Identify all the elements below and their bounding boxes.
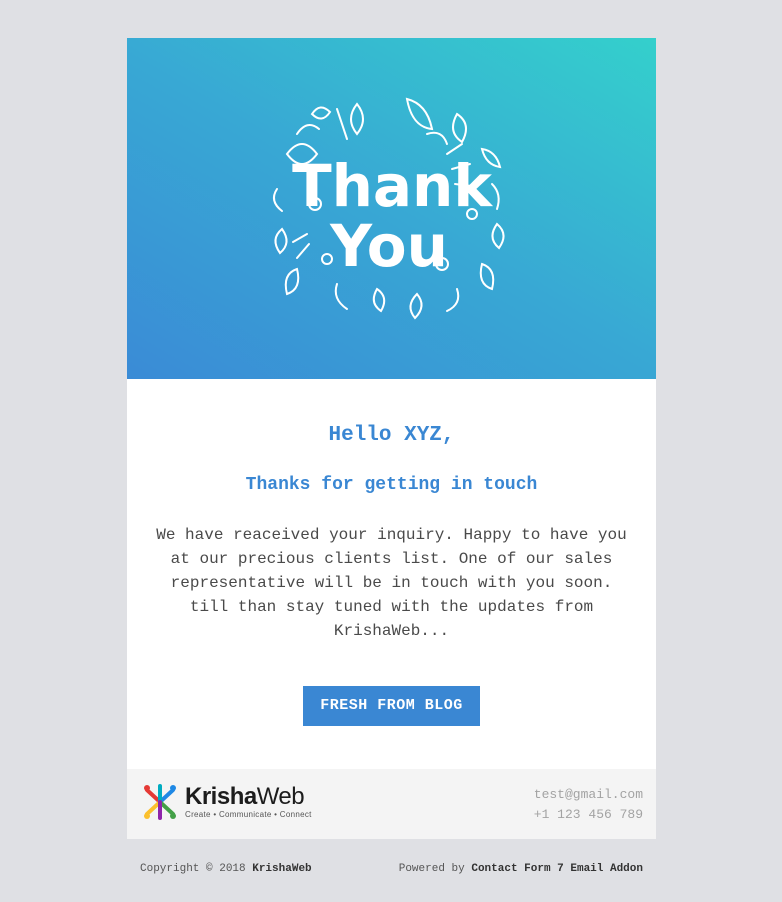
logo-wordmark: KrishaWeb [185,783,305,810]
message-section: Hello XYZ, Thanks for getting in touch W… [127,379,656,769]
thank-you-illustration: Thank You [272,97,504,319]
fresh-from-blog-button[interactable]: FRESH FROM BLOG [303,686,480,726]
contact-phone-link[interactable]: +1 123 456 789 [534,807,643,822]
contact-email-link[interactable]: test@gmail.com [534,787,643,802]
thank-text: Thank [292,152,493,220]
contact-form-7-link[interactable]: Contact Form 7 Email Addon [471,863,643,875]
greeting-heading: Hello XYZ, [328,424,455,447]
krishaweb-logo[interactable]: KrishaWeb Create • Communicate • Connect [139,780,312,824]
subtitle-heading: Thanks for getting in touch [245,475,538,495]
thank-you-banner: Thank You [127,38,656,379]
powered-by-notice: Powered by Contact Form 7 Email Addon [398,863,643,875]
copyright-notice: Copyright © 2018 KrishaWeb [140,863,312,875]
message-body: We have reaceived your inquiry. Happy to… [156,526,627,640]
you-text: You [329,212,448,280]
email-card: Thank You Hello XYZ, Thanks for getting … [127,38,656,839]
copyright-brand-link[interactable]: KrishaWeb [252,863,311,875]
page-footer: Copyright © 2018 KrishaWeb Powered by Co… [140,863,643,875]
logo-tagline: Create • Communicate • Connect [185,810,312,819]
contact-info: test@gmail.com +1 123 456 789 [534,785,643,825]
email-footer: KrishaWeb Create • Communicate • Connect… [127,769,656,839]
krishaweb-logo-icon [144,784,176,820]
button-wrapper: FRESH FROM BLOG [155,643,628,769]
